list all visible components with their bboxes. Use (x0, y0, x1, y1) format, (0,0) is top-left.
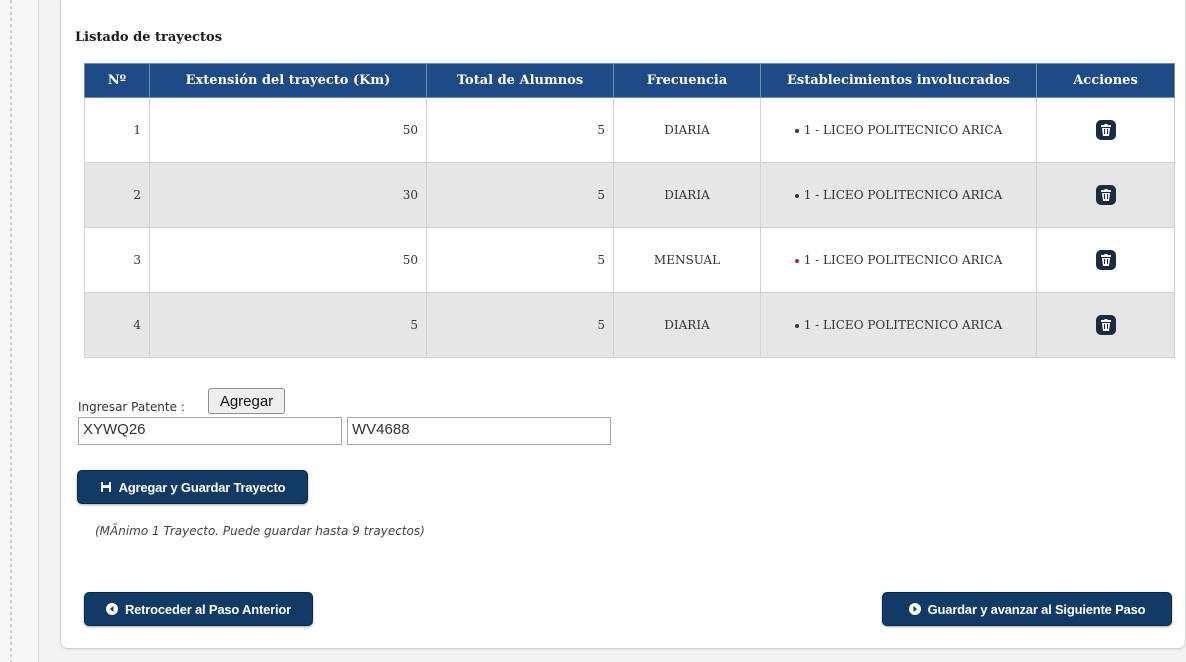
next-label: Guardar y avanzar al Siguiente Paso (927, 601, 1146, 617)
cell-frequency: DIARIA (613, 97, 761, 163)
col-header-extension: Extensión del trayecto (Km) (149, 63, 427, 98)
table-header-row: Nº Extensión del trayecto (Km) Total de … (84, 63, 1175, 98)
bullet-icon (794, 193, 799, 198)
col-header-number: Nº (84, 63, 150, 98)
col-header-establishments: Establecimientos involucrados (760, 63, 1037, 98)
section-title: Listado de trayectos (75, 30, 223, 45)
routes-table: Nº Extensión del trayecto (Km) Total de … (84, 63, 1175, 358)
trash-icon[interactable] (1095, 315, 1116, 335)
patente-label: Ingresar Patente : (78, 400, 185, 414)
cell-frequency: DIARIA (613, 162, 761, 228)
establishment-text: 1 - LICEO POLITECNICO ARICA (803, 123, 1003, 137)
bullet-icon (794, 128, 799, 133)
cell-actions (1036, 227, 1175, 293)
back-button[interactable]: Retroceder al Paso Anterior (84, 592, 313, 626)
patente-input-2[interactable]: WV4688 (347, 417, 611, 445)
left-rail (0, 0, 39, 662)
cell-actions (1036, 97, 1175, 163)
col-header-students: Total de Alumnos (426, 63, 614, 98)
col-header-actions: Acciones (1036, 63, 1175, 98)
cell-number: 3 (84, 227, 150, 293)
cell-number: 4 (84, 292, 150, 358)
add-patente-button[interactable]: Agregar (208, 388, 285, 414)
col-header-frequency: Frecuencia (613, 63, 761, 98)
bullet-icon (794, 258, 799, 263)
cell-students: 5 (426, 227, 614, 293)
save-icon (100, 481, 112, 493)
cell-number: 1 (84, 97, 150, 163)
table-row: 1 50 5 DIARIA 1 - LICEO POLITECNICO ARIC… (84, 97, 1175, 163)
cell-students: 5 (426, 97, 614, 163)
cell-km: 50 (149, 97, 427, 163)
cell-number: 2 (84, 162, 150, 228)
cell-establishment: 1 - LICEO POLITECNICO ARICA (760, 227, 1037, 293)
bullet-icon (794, 323, 799, 328)
establishment-text: 1 - LICEO POLITECNICO ARICA (803, 188, 1003, 202)
circle-arrow-left-icon (105, 603, 118, 615)
save-route-label: Agregar y Guardar Trayecto (118, 479, 286, 495)
cell-km: 30 (149, 162, 427, 228)
cell-km: 50 (149, 227, 427, 293)
table-row: 3 50 5 MENSUAL 1 - LICEO POLITECNICO ARI… (84, 227, 1175, 293)
back-label: Retroceder al Paso Anterior (124, 601, 292, 617)
cell-actions (1036, 162, 1175, 228)
cell-km: 5 (149, 292, 427, 358)
table-row: 2 30 5 DIARIA 1 - LICEO POLITECNICO ARIC… (84, 162, 1175, 228)
trash-icon[interactable] (1095, 250, 1116, 270)
cell-students: 5 (426, 292, 614, 358)
trash-icon[interactable] (1095, 185, 1116, 205)
circle-arrow-right-icon (908, 603, 921, 615)
route-limit-hint: (MÃnimo 1 Trayecto. Puede guardar hasta … (95, 524, 425, 538)
cell-frequency: DIARIA (613, 292, 761, 358)
cell-establishment: 1 - LICEO POLITECNICO ARICA (760, 292, 1037, 358)
next-button[interactable]: Guardar y avanzar al Siguiente Paso (882, 592, 1172, 626)
establishment-text: 1 - LICEO POLITECNICO ARICA (803, 253, 1003, 267)
cell-establishment: 1 - LICEO POLITECNICO ARICA (760, 97, 1037, 163)
establishment-text: 1 - LICEO POLITECNICO ARICA (803, 318, 1003, 332)
save-route-button[interactable]: Agregar y Guardar Trayecto (77, 470, 308, 504)
trash-icon[interactable] (1095, 120, 1116, 140)
table-row: 4 5 5 DIARIA 1 - LICEO POLITECNICO ARICA (84, 292, 1175, 358)
cell-students: 5 (426, 162, 614, 228)
cell-establishment: 1 - LICEO POLITECNICO ARICA (760, 162, 1037, 228)
patente-input-1[interactable]: XYWQ26 (78, 417, 342, 445)
cell-frequency: MENSUAL (613, 227, 761, 293)
cell-actions (1036, 292, 1175, 358)
